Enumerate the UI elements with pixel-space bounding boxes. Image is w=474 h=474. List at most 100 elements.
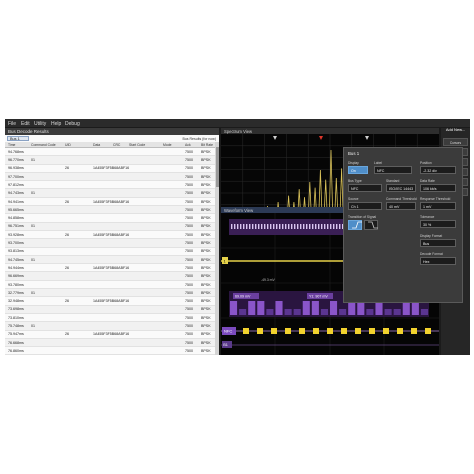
table-cell: BPSK (201, 207, 211, 212)
table-row[interactable]: 73.810ms 7500 BPSK (5, 314, 219, 323)
bus-type-label: Bus Type (348, 179, 362, 183)
bus-type-select[interactable]: NFC (348, 184, 382, 192)
col-command-code[interactable]: Command Code (31, 143, 56, 147)
digital-pulse (366, 309, 374, 315)
col-ack[interactable]: Ack (185, 143, 191, 147)
menu-file[interactable]: File (8, 121, 16, 127)
table-row[interactable]: 93.700ms 7500 BPSK (5, 239, 219, 248)
table-cell: 95.665ms (8, 207, 24, 212)
label-field[interactable]: NFC (374, 166, 412, 174)
table-cell: 93.700ms (8, 241, 24, 246)
menu-edit[interactable]: Edit (21, 121, 30, 127)
envelope-tick (303, 224, 305, 229)
cursors-button[interactable]: Cursors (443, 138, 468, 146)
menu-help[interactable]: Help (51, 121, 61, 127)
table-row[interactable]: 32.948ms 26 1A455F3F5B68ABF16 7500 BPSK (5, 297, 219, 306)
tolerance-field[interactable]: 30 % (420, 220, 456, 228)
envelope-tick (237, 224, 239, 229)
col-mode[interactable]: Mode (163, 143, 171, 147)
source-select[interactable]: Ch 1 (348, 202, 382, 210)
col-data[interactable]: Data (93, 143, 100, 147)
table-row[interactable]: 76.860ms 7500 BPSK (5, 347, 219, 355)
table-row[interactable]: 94.858ms 7500 BPSK (5, 214, 219, 223)
table-row[interactable]: 95.665ms 7500 BPSK (5, 206, 219, 215)
add-new-label[interactable]: Add New... (441, 127, 470, 133)
table-cell: 73.810ms (8, 315, 24, 320)
menu-utility[interactable]: Utility (34, 121, 46, 127)
col-crc[interactable]: CRC (113, 143, 120, 147)
bus-tab[interactable]: Bus 1 (NFC) (7, 136, 29, 146)
digital-pulse (275, 301, 283, 315)
position-field[interactable]: -2.32 div (420, 166, 456, 174)
table-cell: 7500 (185, 241, 193, 246)
table-row[interactable]: 32.779ms 01 7500 BPSK (5, 289, 219, 298)
table-cell: 7500 (185, 216, 193, 221)
table-row[interactable]: 75.947ms 26 1A455F3F5B68ABF16 7500 BPSK (5, 331, 219, 339)
table-row[interactable]: 94.944ms 26 1A455F3F5B68ABF16 7500 BPSK (5, 264, 219, 273)
digital-pulse (239, 309, 247, 315)
falling-edge-button[interactable] (364, 220, 378, 230)
table-row[interactable]: 94.941ms 26 1A455F3F5B68ABF16 7500 BPSK (5, 198, 219, 207)
scroll-thumb[interactable] (215, 147, 219, 187)
display-format-select[interactable]: Bus (420, 239, 456, 247)
table-cell: BPSK (201, 249, 211, 254)
digital-pulse (320, 309, 328, 315)
table-cell: BPSK (201, 290, 211, 295)
envelope-tick (306, 224, 308, 229)
menu-debug[interactable]: Debug (65, 121, 80, 127)
data-rate-field[interactable]: 106 kb/s (420, 184, 456, 192)
envelope-tick (330, 224, 332, 229)
table-row[interactable]: 94.768ms 7500 BPSK (5, 148, 219, 157)
table-row[interactable]: 73.698ms 7500 BPSK (5, 305, 219, 314)
table-cell: 7500 (185, 274, 193, 279)
ref-label: B1 (223, 343, 228, 347)
col-time[interactable]: Time (8, 143, 15, 147)
bus-config-dialog: Bus 1 Display On Label NFC Position -2.3… (343, 147, 463, 303)
table-row[interactable]: 93.928ms 26 1A455F3F5B68ABF16 7500 BPSK (5, 231, 219, 240)
command-threshold-field[interactable]: 40 mV (386, 202, 416, 210)
table-row[interactable]: 97.700ms 7500 BPSK (5, 172, 219, 182)
table-cell: 26 (65, 232, 69, 237)
source-label: Source (348, 197, 359, 201)
digital-pulse (375, 301, 383, 315)
table-cell: 7500 (185, 340, 193, 345)
table-cell: 7500 (185, 290, 193, 295)
table-row[interactable]: 94.743ms 01 7500 BPSK (5, 189, 219, 198)
table-row[interactable]: 96.669ms 7500 BPSK (5, 272, 219, 281)
col-bit-rate[interactable]: Bit Rate (201, 143, 213, 147)
table-cell: 1A455F3F5B68ABF16 (93, 265, 130, 270)
dialog-title: Bus 1 (348, 151, 360, 156)
envelope-tick (270, 224, 272, 229)
table-row[interactable]: 96.938ms 26 1A455F3F5B68ABF16 7500 BPSK (5, 165, 219, 173)
display-toggle[interactable]: On (348, 166, 368, 174)
standard-select[interactable]: ISO/IEC 14443 (386, 184, 416, 192)
envelope-tick (267, 224, 269, 229)
table-cell: 7500 (185, 158, 193, 163)
col-uid[interactable]: UID (65, 143, 71, 147)
table-scrollbar[interactable] (215, 142, 219, 355)
table-row[interactable]: 97.812ms 7500 BPSK (5, 181, 219, 190)
table-cell: BPSK (201, 232, 211, 237)
table-cell: 75.947ms (8, 332, 24, 337)
table-row[interactable]: 96.751ms 01 7500 BPSK (5, 222, 219, 231)
table-cell: 1A455F3F5B68ABF16 (93, 332, 130, 337)
table-cell: 01 (31, 191, 35, 196)
table-row[interactable]: 75.748ms 01 7500 BPSK (5, 322, 219, 331)
envelope-tick (264, 224, 266, 229)
table-row[interactable]: 93.813ms 7500 BPSK (5, 248, 219, 256)
table-row[interactable]: 93.780ms 7500 BPSK (5, 281, 219, 290)
table-cell: 7500 (185, 199, 193, 204)
table-row[interactable]: 96.770ms 01 7500 BPSK (5, 156, 219, 165)
table-row[interactable]: 76.668ms 7500 BPSK (5, 338, 219, 348)
decode-format-select[interactable]: Hex (420, 257, 456, 265)
table-cell: 76.668ms (8, 340, 24, 345)
col-start-code[interactable]: Start Code (129, 143, 145, 147)
table-row[interactable]: 94.745ms 01 7500 BPSK (5, 255, 219, 265)
envelope-tick (243, 224, 245, 229)
rising-edge-button[interactable] (348, 220, 362, 230)
table-cell: BPSK (201, 340, 211, 345)
table-cell: 7500 (185, 174, 193, 179)
bus-decode-results-panel: Bus Decode Results Bus 1 (NFC) Bus Resul… (5, 128, 219, 355)
table-cell: 26 (65, 299, 69, 304)
response-threshold-field[interactable]: 1 mV (420, 202, 456, 210)
